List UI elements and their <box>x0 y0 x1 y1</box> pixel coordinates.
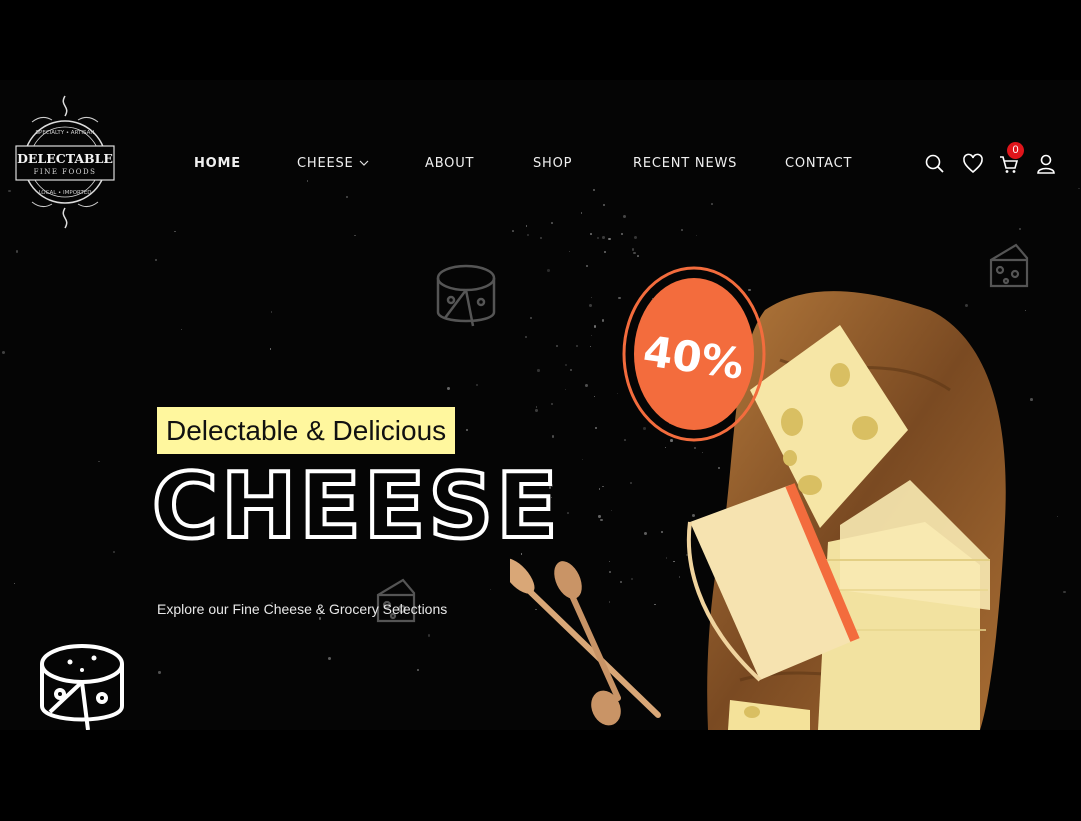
texture-speck <box>1063 590 1067 594</box>
cheese-wheel-icon <box>40 644 124 730</box>
texture-speck <box>428 634 431 637</box>
cart-count-badge: 0 <box>1007 142 1024 159</box>
texture-speck <box>8 189 11 193</box>
texture-speck <box>174 231 176 233</box>
texture-speck <box>158 671 161 674</box>
heart-icon[interactable] <box>962 153 984 175</box>
texture-speck <box>306 180 309 182</box>
discount-badge: 40% <box>622 266 766 442</box>
hero-headline: CHEESE <box>150 454 561 559</box>
texture-speck <box>417 669 419 671</box>
nav-shop-label: SHOP <box>533 156 573 171</box>
texture-speck <box>569 251 571 253</box>
texture-speck <box>1 350 6 354</box>
nav-contact-label: CONTACT <box>785 156 853 171</box>
texture-speck <box>466 428 469 431</box>
texture-speck <box>155 259 157 261</box>
texture-speck <box>354 235 356 237</box>
texture-speck <box>608 237 611 240</box>
cheese-wheel-icon <box>436 264 496 327</box>
texture-speck <box>13 583 16 585</box>
texture-speck <box>345 195 349 199</box>
texture-speck <box>632 248 635 251</box>
texture-speck <box>539 237 543 240</box>
texture-speck <box>97 460 100 463</box>
texture-speck <box>551 222 553 225</box>
brand-logo[interactable]: DELECTABLE FINE FOODS SPECIALTY • ARTISA… <box>12 94 118 230</box>
texture-speck <box>633 252 636 255</box>
hero-section: DELECTABLE FINE FOODS SPECIALTY • ARTISA… <box>0 80 1081 730</box>
hero-subtitle: Explore our Fine Cheese & Grocery Select… <box>157 601 448 617</box>
texture-speck <box>602 203 605 206</box>
texture-speck <box>447 387 451 390</box>
hero-tagline: Delectable & Delicious <box>157 407 456 454</box>
texture-speck <box>489 588 491 591</box>
texture-speck <box>596 236 600 239</box>
texture-speck <box>602 236 606 239</box>
nav-contact[interactable]: CONTACT <box>785 156 852 171</box>
texture-speck <box>319 617 322 620</box>
brand-ring-bottom: LOCAL • IMPORTED <box>38 190 91 196</box>
texture-speck <box>696 234 698 236</box>
nav-about-label: ABOUT <box>425 156 475 171</box>
chevron-down-icon <box>359 160 368 166</box>
texture-speck <box>476 384 479 387</box>
texture-speck <box>327 656 331 660</box>
nav-recent-news[interactable]: RECENT NEWS <box>633 156 737 171</box>
nav-cheese[interactable]: CHEESE <box>297 156 369 171</box>
texture-speck <box>593 189 596 191</box>
texture-speck <box>113 551 115 553</box>
texture-speck <box>1018 228 1021 231</box>
texture-speck <box>711 202 713 205</box>
nav-recent-news-label: RECENT NEWS <box>633 156 738 171</box>
texture-speck <box>621 232 624 235</box>
texture-speck <box>180 328 183 331</box>
nav-home[interactable]: HOME <box>194 156 241 171</box>
texture-speck <box>525 225 528 228</box>
brand-ring-top: SPECIALTY • ARTISAN <box>36 130 95 136</box>
texture-speck <box>633 235 637 239</box>
texture-speck <box>269 348 272 351</box>
brand-tagline: FINE FOODS <box>34 168 97 176</box>
nav-shop[interactable]: SHOP <box>533 156 572 171</box>
texture-speck <box>680 229 683 232</box>
search-icon[interactable] <box>924 153 946 175</box>
texture-speck <box>1030 397 1034 401</box>
texture-speck <box>580 212 583 214</box>
texture-speck <box>512 230 514 232</box>
texture-speck <box>604 250 607 253</box>
texture-speck <box>1078 187 1081 190</box>
cheese-board-image <box>510 291 1006 730</box>
user-icon[interactable] <box>1035 153 1057 175</box>
texture-speck <box>590 233 592 236</box>
texture-speck <box>270 310 273 313</box>
texture-speck <box>15 250 19 253</box>
hero-headline-text: CHEESE <box>150 454 561 559</box>
texture-speck <box>1056 516 1058 518</box>
texture-speck <box>527 234 529 236</box>
brand-name: DELECTABLE <box>17 151 113 166</box>
nav-about[interactable]: ABOUT <box>425 156 474 171</box>
texture-speck <box>637 255 639 257</box>
texture-speck <box>622 214 626 218</box>
nav-cheese-label: CHEESE <box>297 156 354 171</box>
nav-home-label: HOME <box>194 156 241 171</box>
